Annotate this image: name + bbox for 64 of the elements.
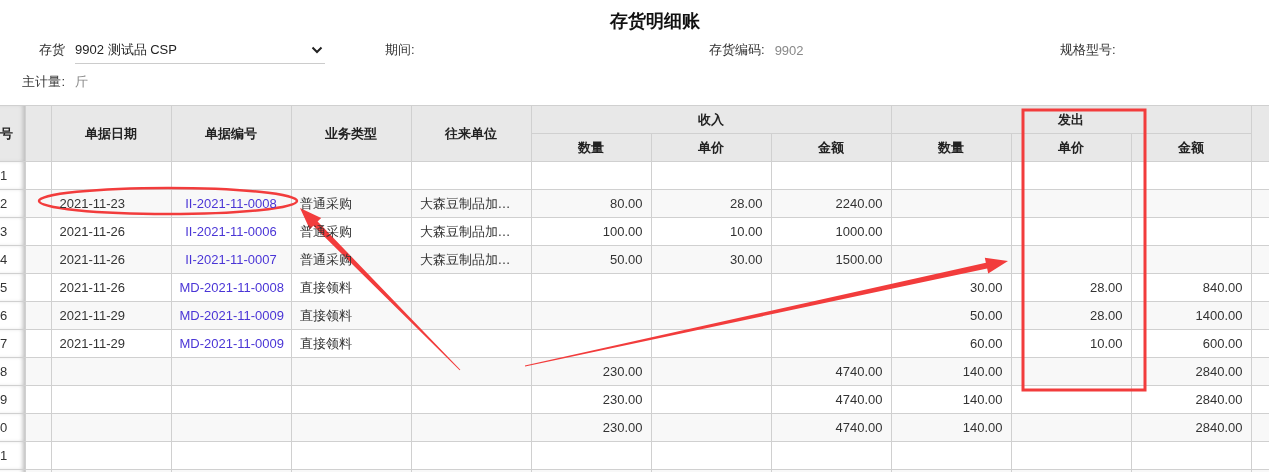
column-header: 号 — [0, 105, 25, 162]
row-number: 1 — [0, 441, 25, 470]
unit-label: 主计量: — [21, 73, 65, 91]
row-number: 6 — [0, 301, 25, 330]
table-cell: 1500.00 — [771, 245, 891, 274]
row-number: 7 — [0, 329, 25, 358]
row-number: 2 — [0, 189, 25, 218]
row-number: 0 — [0, 413, 25, 442]
table-cell: 140.00 — [891, 385, 1011, 414]
inventory-select[interactable]: 9902 测试品 CSP — [75, 36, 325, 64]
table-cell: 230.00 — [531, 385, 651, 414]
table-cell: 1000.00 — [771, 217, 891, 246]
column-header: 单据日期 — [51, 105, 171, 162]
table-cell: 2240.00 — [771, 189, 891, 218]
table-cell: 大森豆制品加… — [411, 245, 531, 274]
table-cell: 4740.00 — [771, 357, 891, 386]
inventory-label: 存货 — [38, 41, 65, 59]
row-number: 9 — [0, 385, 25, 414]
table-cell: 30.00 — [651, 245, 771, 274]
table-cell: 10.00 — [651, 217, 771, 246]
table-cell: 80.00 — [531, 189, 651, 218]
table-cell: 60.00 — [891, 329, 1011, 358]
column-header: 单价 — [651, 133, 771, 162]
column-header: 数量 — [531, 133, 651, 162]
table-cell: 大森豆制品加… — [411, 189, 531, 218]
table-cell: 2021-11-23 — [51, 189, 171, 218]
table-cell: 50.00 — [531, 245, 651, 274]
row-number: 3 — [0, 217, 25, 246]
table-cell: 2840.00 — [1131, 413, 1251, 442]
code-label: 存货编码: — [709, 41, 765, 59]
unit-value: 斤 — [75, 73, 88, 91]
table-cell: 大森豆制品加… — [411, 217, 531, 246]
table-cell: 140.00 — [891, 357, 1011, 386]
table-cell: 230.00 — [531, 413, 651, 442]
table-cell: 2021-11-26 — [51, 273, 171, 302]
column-header: 金额 — [771, 133, 891, 162]
group-header: 收入 — [531, 105, 891, 134]
table-cell: 50.00 — [891, 301, 1011, 330]
table-cell: 4740.00 — [771, 385, 891, 414]
table-cell: 140.00 — [891, 413, 1011, 442]
row-number: 1 — [0, 161, 25, 190]
column-header: 数量 — [891, 133, 1011, 162]
table-cell: 4740.00 — [771, 413, 891, 442]
table-cell: 100.00 — [531, 217, 651, 246]
column-header: 单据编号 — [171, 105, 291, 162]
table-cell: 2021-11-29 — [51, 329, 171, 358]
table-cell: 2021-11-29 — [51, 301, 171, 330]
row-number: 4 — [0, 245, 25, 274]
page-title: 存货明细账 — [608, 10, 701, 33]
column-header: 金额 — [1131, 133, 1251, 162]
period-label: 期间: — [385, 41, 415, 59]
table-cell: 2021-11-26 — [51, 245, 171, 274]
row-number: 5 — [0, 273, 25, 302]
spec-label: 规格型号: — [1060, 41, 1116, 59]
table-cell: 28.00 — [651, 189, 771, 218]
column-header: 往来单位 — [411, 105, 531, 162]
code-value: 9902 — [774, 42, 804, 58]
group-header: 发出 — [891, 105, 1251, 134]
chevron-down-icon — [311, 45, 323, 54]
table-cell: 2021-11-26 — [51, 217, 171, 246]
table-cell: 直接领料 — [291, 329, 411, 358]
row-number: 8 — [0, 357, 25, 386]
column-header: 业务类型 — [291, 105, 411, 162]
column-header: 单价 — [1011, 133, 1131, 162]
